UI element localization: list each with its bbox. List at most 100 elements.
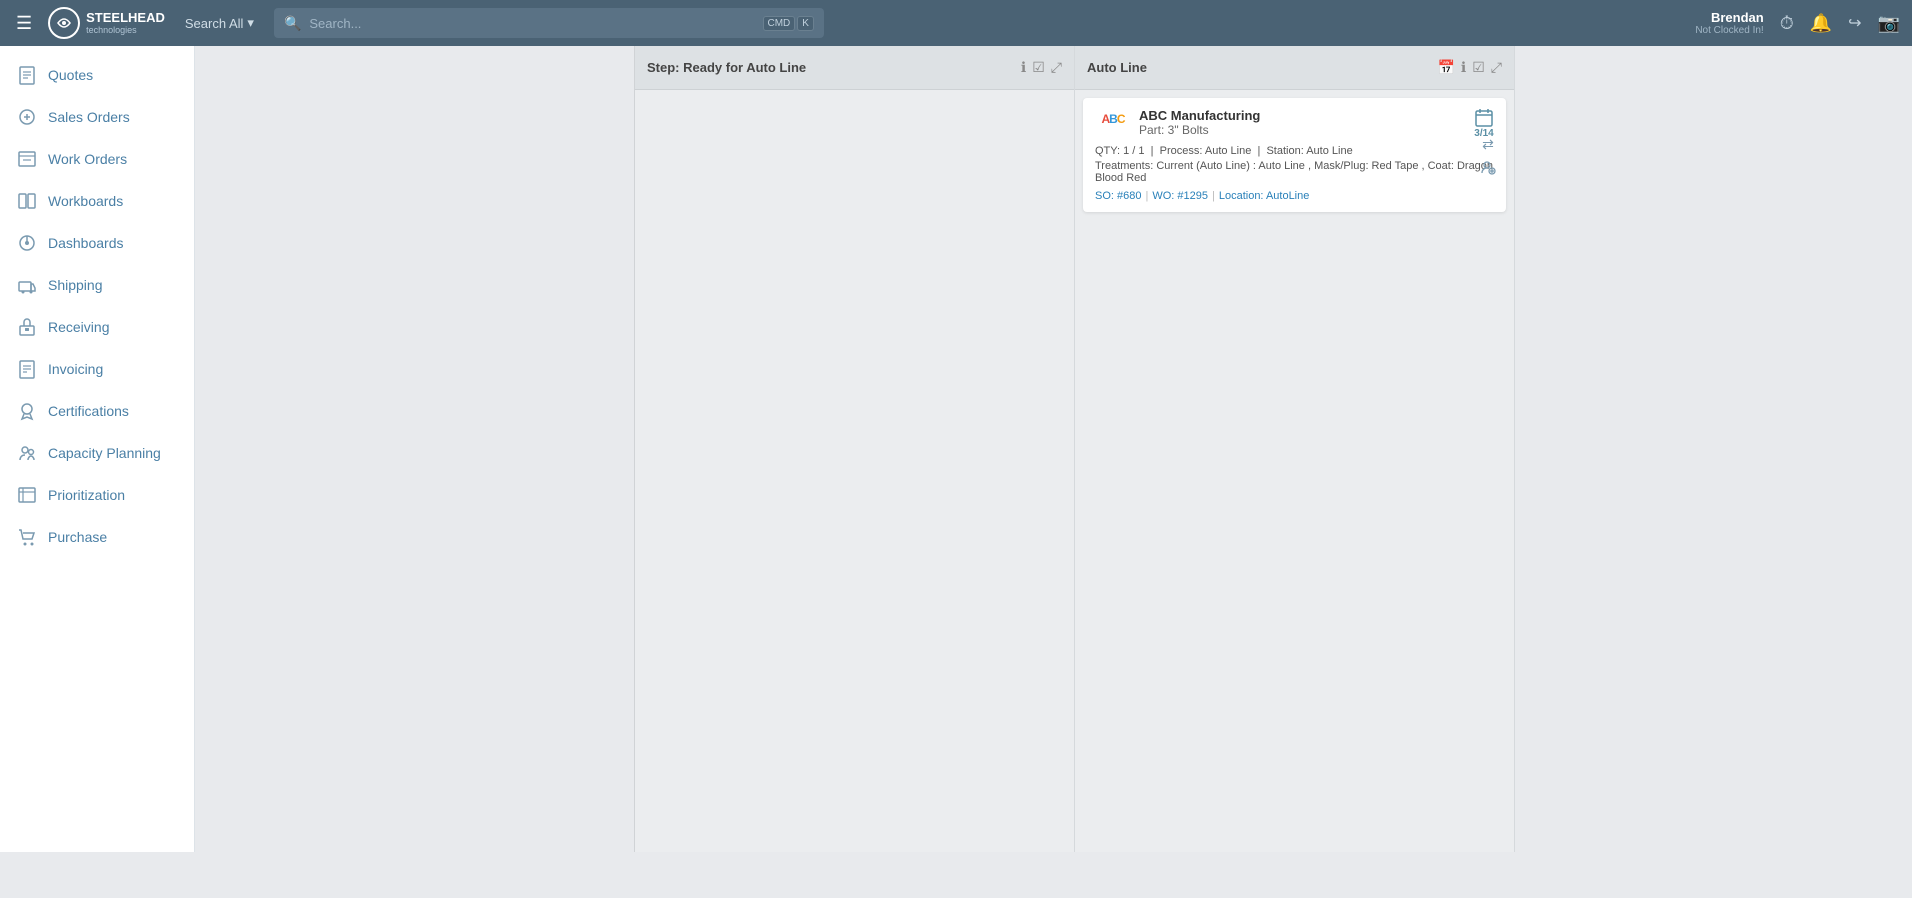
card-company: ABC Manufacturing (1139, 108, 1466, 123)
work-orders-icon (16, 148, 38, 170)
card-detail-line: QTY: 1 / 1 | Process: Auto Line | Statio… (1095, 145, 1494, 157)
card-header: ABC ABC Manufacturing Part: 3" Bolts 3/1… (1095, 108, 1494, 139)
sales-orders-label: Sales Orders (48, 109, 130, 125)
quotes-icon (16, 64, 38, 86)
kanban-board: Step: Ready for Auto Line ℹ ☑ ⤢ Auto Lin… (195, 46, 1912, 852)
sidebar-item-capacity-planning[interactable]: Capacity Planning (0, 432, 194, 474)
logo-name: STEELHEAD (86, 11, 165, 25)
kbd-cmd: CMD (763, 16, 796, 31)
sidebar-item-purchase[interactable]: Purchase (0, 516, 194, 558)
search-all-label: Search All (185, 16, 244, 31)
purchase-icon (16, 526, 38, 548)
receiving-label: Receiving (48, 319, 109, 335)
user-name: Brendan (1695, 10, 1763, 25)
capacity-planning-label: Capacity Planning (48, 445, 161, 461)
capacity-planning-icon (16, 442, 38, 464)
sidebar-item-receiving[interactable]: Receiving (0, 306, 194, 348)
search-all-button[interactable]: Search All ▾ (177, 15, 262, 31)
shipping-label: Shipping (48, 277, 103, 293)
sidebar-item-shipping[interactable]: Shipping (0, 264, 194, 306)
separator1: | (1145, 190, 1148, 202)
prioritization-icon (16, 484, 38, 506)
card-abc-manufacturing: ABC ABC Manufacturing Part: 3" Bolts 3/1… (1083, 98, 1506, 212)
work-orders-label: Work Orders (48, 151, 127, 167)
col2-header: Step: Ready for Auto Line ℹ ☑ ⤢ (635, 46, 1074, 90)
col3-header: Auto Line 📅 ℹ ☑ ⤢ (1075, 46, 1514, 90)
col2-title: Step: Ready for Auto Line (647, 60, 1015, 75)
logo: STEELHEAD technologies (48, 7, 165, 39)
logout-icon[interactable]: ↪ (1848, 13, 1861, 33)
sidebar-item-dashboards[interactable]: Dashboards (0, 222, 194, 264)
calendar-card-icon (1474, 108, 1494, 128)
dashboards-label: Dashboards (48, 235, 124, 251)
prioritization-label: Prioritization (48, 487, 125, 503)
col1-body (195, 46, 634, 852)
kbd-k: K (797, 16, 814, 31)
col2-body (635, 90, 1074, 852)
info-icon-col3[interactable]: ℹ (1461, 59, 1466, 76)
sidebar-item-quotes[interactable]: Quotes (0, 54, 194, 96)
collapse-icon-col2[interactable]: ⤢ (1051, 59, 1062, 76)
hamburger-menu-icon[interactable]: ☰ (12, 9, 36, 38)
kanban-column-1 (195, 46, 635, 852)
purchase-label: Purchase (48, 529, 107, 545)
workboards-icon (16, 190, 38, 212)
quotes-label: Quotes (48, 67, 93, 83)
logo-sub: technologies (86, 25, 165, 35)
calendar-icon-col3[interactable]: 📅 (1437, 59, 1454, 76)
search-bar: 🔍 CMD K (274, 8, 824, 38)
time-icon[interactable]: ⏱ (1780, 13, 1794, 34)
kanban-column-4 (1515, 46, 1912, 852)
checklist-icon-col2[interactable]: ☑ (1032, 59, 1045, 76)
invoicing-label: Invoicing (48, 361, 103, 377)
collapse-icon-col3[interactable]: ⤢ (1491, 59, 1502, 76)
card-actions: ⇄ (1480, 136, 1496, 178)
topnav-right: Brendan Not Clocked In! ⏱ 🔔 ↪ 📷 (1695, 10, 1900, 36)
logo-svg (54, 13, 74, 33)
user-status: Not Clocked In! (1695, 25, 1763, 36)
card-info: ABC Manufacturing Part: 3" Bolts (1139, 108, 1466, 137)
checklist-icon-col3[interactable]: ☑ (1472, 59, 1485, 76)
receiving-icon (16, 316, 38, 338)
location-link[interactable]: Location: AutoLine (1219, 190, 1310, 202)
sidebar-item-workboards[interactable]: Workboards (0, 180, 194, 222)
sales-orders-icon (16, 106, 38, 128)
sidebar: Quotes Sales Orders Work Orders Workboar… (0, 46, 195, 852)
card-date-badge[interactable]: 3/14 (1474, 108, 1494, 139)
sidebar-item-invoicing[interactable]: Invoicing (0, 348, 194, 390)
card-process: Process: Auto Line (1160, 145, 1252, 157)
bell-icon[interactable]: 🔔 (1810, 13, 1832, 34)
sidebar-item-certifications[interactable]: Certifications (0, 390, 194, 432)
transfer-icon[interactable]: ⇄ (1482, 136, 1494, 153)
separator2: | (1212, 190, 1215, 202)
logo-circle (48, 7, 80, 39)
certifications-label: Certifications (48, 403, 129, 419)
kanban-column-ready-auto-line: Step: Ready for Auto Line ℹ ☑ ⤢ (635, 46, 1075, 852)
info-icon-col2[interactable]: ℹ (1021, 59, 1026, 76)
search-icon: 🔍 (284, 15, 301, 32)
sidebar-item-sales-orders[interactable]: Sales Orders (0, 96, 194, 138)
camera-icon[interactable]: 📷 (1878, 13, 1900, 34)
card-treatment-line: Treatments: Current (Auto Line) : Auto L… (1095, 160, 1494, 184)
card-part: Part: 3" Bolts (1139, 123, 1466, 137)
shipping-icon (16, 274, 38, 296)
so-link[interactable]: SO: #680 (1095, 190, 1141, 202)
top-navigation: ☰ STEELHEAD technologies Search All ▾ 🔍 … (0, 0, 1912, 46)
sidebar-item-prioritization[interactable]: Prioritization (0, 474, 194, 516)
assign-icon[interactable] (1480, 159, 1496, 178)
kanban-column-auto-line: Auto Line 📅 ℹ ☑ ⤢ ABC ABC Manufacturing … (1075, 46, 1515, 852)
search-input[interactable] (309, 16, 754, 31)
card-qty: QTY: 1 / 1 (1095, 145, 1145, 157)
col4-body (1515, 46, 1912, 852)
certifications-icon (16, 400, 38, 422)
card-station: Station: Auto Line (1266, 145, 1352, 157)
wo-link[interactable]: WO: #1295 (1152, 190, 1208, 202)
search-shortcut: CMD K (763, 16, 814, 31)
invoicing-icon (16, 358, 38, 380)
col3-body: ABC ABC Manufacturing Part: 3" Bolts 3/1… (1075, 90, 1514, 852)
abc-logo: ABC (1095, 108, 1131, 130)
chevron-down-icon: ▾ (247, 15, 254, 31)
card-links: SO: #680 | WO: #1295 | Location: AutoLin… (1095, 190, 1494, 202)
dashboards-icon (16, 232, 38, 254)
sidebar-item-work-orders[interactable]: Work Orders (0, 138, 194, 180)
